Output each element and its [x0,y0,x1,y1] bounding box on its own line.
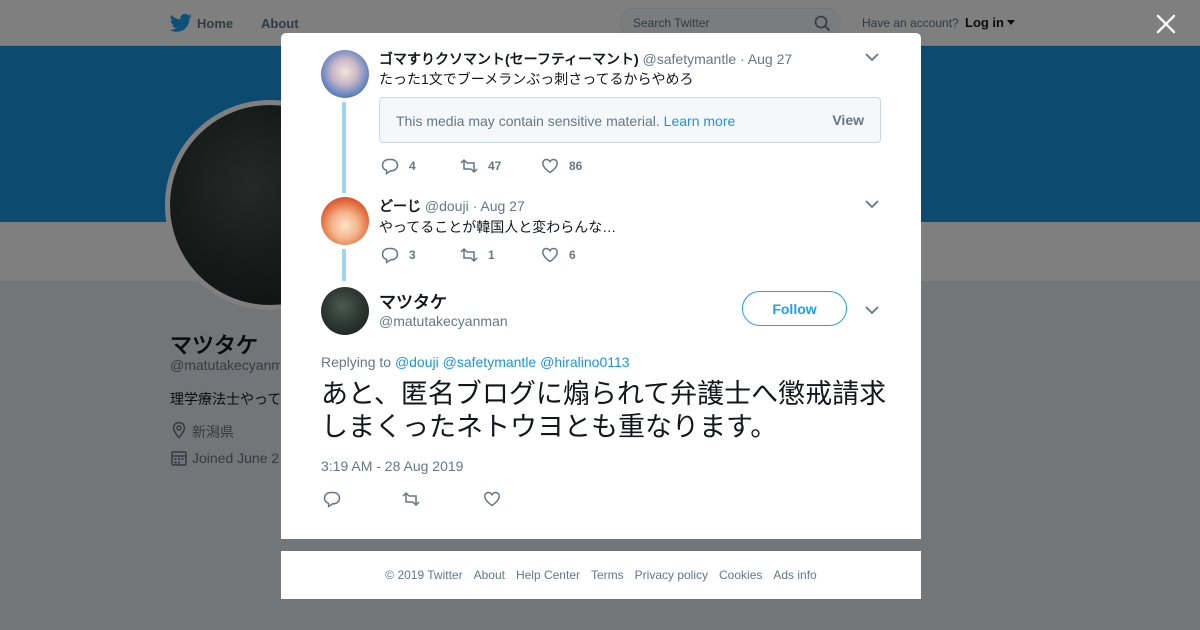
tweet-header: どーじ @douji · Aug 27 [379,196,525,216]
heart-icon [484,491,500,507]
close-icon[interactable] [1154,12,1178,36]
retweet-button[interactable] [402,490,420,508]
reply-mention-link[interactable]: @douji [395,354,439,370]
heart-icon [542,247,558,263]
sensitive-message-text: This media may contain sensitive materia… [396,113,660,129]
replying-to-prefix: Replying to [321,354,392,370]
follow-button[interactable]: Follow [742,291,847,326]
sensitive-media-warning: This media may contain sensitive materia… [379,97,881,143]
main-tweet-author-name[interactable]: マツタケ [379,288,447,313]
tweet-author-handle[interactable]: @douji [425,198,469,214]
like-count: 86 [569,159,583,173]
footer-link-cookies[interactable]: Cookies [719,568,762,582]
tweet-text: やってることが韓国人と変わらんな… [379,219,617,235]
view-media-button[interactable]: View [832,112,864,128]
replying-to: Replying to @douji @safetymantle @hirali… [321,354,630,370]
reply-button[interactable]: 4 [381,157,416,175]
chevron-down-icon[interactable] [865,306,879,314]
tweet-author-name[interactable]: ゴマすりクソマント(セーフティーマント) [379,51,639,67]
reply-icon [381,247,399,264]
main-tweet-timestamp[interactable]: 3:19 AM - 28 Aug 2019 [321,458,463,474]
retweet-icon [460,158,478,174]
tweet-author-name[interactable]: どーじ [379,198,421,214]
footer-link-about[interactable]: About [474,568,505,582]
reply-count: 3 [409,248,416,262]
avatar[interactable] [321,287,369,335]
like-button[interactable] [483,490,501,508]
retweet-icon [402,491,420,507]
modal-footer: © 2019 Twitter About Help Center Terms P… [281,551,921,599]
tweet-text: たった1文でブーメランぶっ刺さってるからやめろ [379,71,694,87]
retweet-count: 47 [488,159,502,173]
retweet-button[interactable]: 1 [460,246,495,264]
reply-icon [323,491,341,508]
main-tweet-author-handle[interactable]: @matutakecyanman [379,313,508,329]
tweet-date[interactable]: · Aug 27 [740,51,792,67]
thread-connector [342,102,346,193]
reply-button[interactable] [323,490,341,508]
chevron-down-icon[interactable] [865,53,879,61]
tweet-header: ゴマすりクソマント(セーフティーマント) @safetymantle · Aug… [379,49,792,69]
like-count: 6 [569,248,576,262]
footer-link-terms[interactable]: Terms [591,568,624,582]
retweet-icon [460,247,478,263]
retweet-button[interactable]: 47 [460,157,501,175]
sensitive-message: This media may contain sensitive materia… [396,113,735,129]
tweet-date[interactable]: · Aug 27 [473,198,525,214]
reply-mention-link[interactable]: @safetymantle [443,354,537,370]
footer-link-ads-info[interactable]: Ads info [773,568,816,582]
like-button[interactable]: 6 [541,246,576,264]
learn-more-link[interactable]: Learn more [664,113,736,129]
tweet-author-handle[interactable]: @safetymantle [643,51,737,67]
avatar[interactable] [321,50,369,98]
main-tweet-text: あと、匿名ブログに煽られて弁護士へ懲戒請求しまくったネトウヨとも重なります。 [321,379,887,442]
footer-link-privacy-policy[interactable]: Privacy policy [635,568,708,582]
chevron-down-icon[interactable] [865,200,879,208]
footer-link-help-center[interactable]: Help Center [516,568,580,582]
copyright-text: © 2019 Twitter [385,568,463,582]
retweet-count: 1 [488,248,495,262]
like-button[interactable]: 86 [541,157,582,175]
reply-button[interactable]: 3 [381,246,416,264]
reply-icon [381,158,399,175]
heart-icon [542,158,558,174]
reply-mention-link[interactable]: @hiralino0113 [540,354,629,370]
thread-connector [342,249,346,281]
reply-count: 4 [409,159,416,173]
tweet-modal: ゴマすりクソマント(セーフティーマント) @safetymantle · Aug… [281,33,921,539]
avatar[interactable] [321,197,369,245]
